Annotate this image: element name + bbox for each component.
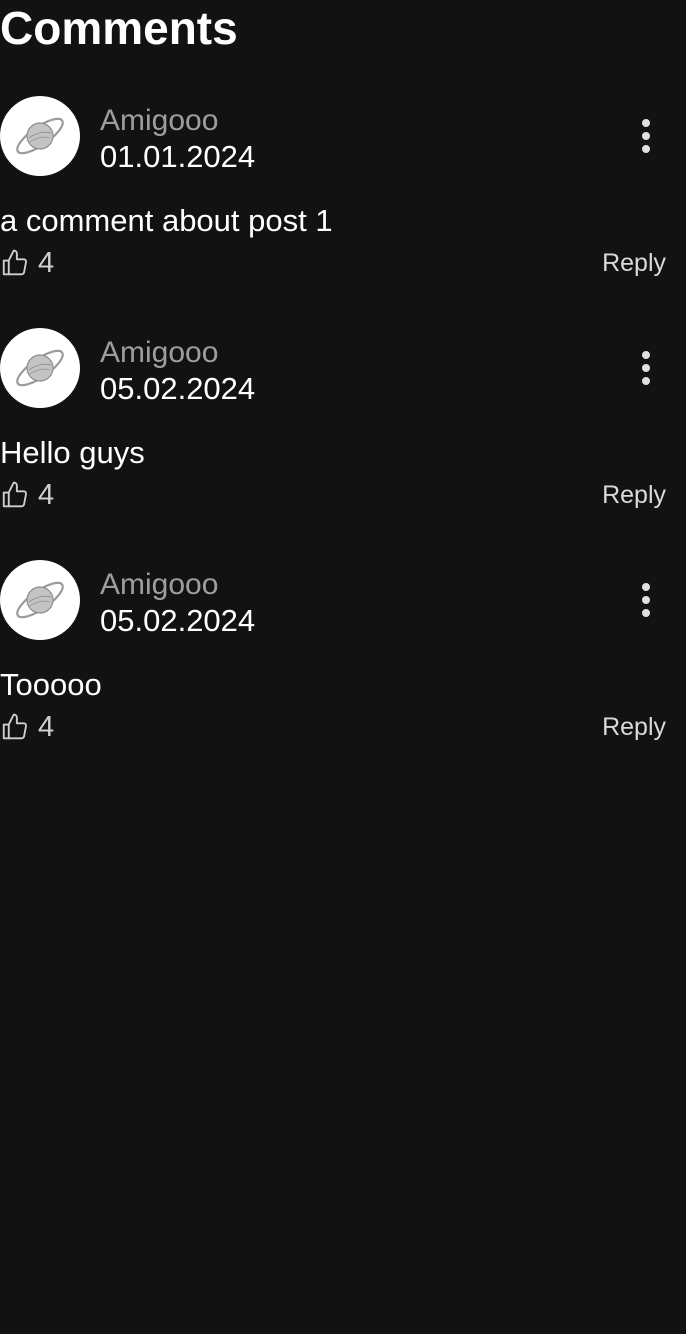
avatar[interactable] bbox=[0, 96, 80, 176]
comments-page: Comments Amigooo 01.01.2024 a comment ab… bbox=[0, 0, 686, 1334]
comment-author: Amigooo bbox=[100, 336, 219, 369]
comment-item: Amigooo 01.01.2024 a comment about post … bbox=[0, 96, 686, 286]
comment-date: 05.02.2024 bbox=[100, 603, 256, 638]
more-options-button[interactable] bbox=[630, 348, 662, 388]
like-count: 4 bbox=[38, 247, 55, 279]
like-button[interactable]: 4 bbox=[0, 710, 54, 744]
more-options-button[interactable] bbox=[630, 580, 662, 620]
reply-button[interactable]: Reply bbox=[602, 248, 666, 278]
comment-text: a comment about post 1 bbox=[0, 203, 333, 238]
reply-button[interactable]: Reply bbox=[602, 480, 666, 510]
comment-date: 05.02.2024 bbox=[100, 371, 256, 406]
comment-text: Tooooo bbox=[0, 667, 102, 702]
comment-item: Amigooo 05.02.2024 Hello guys 4 Reply bbox=[0, 328, 686, 518]
more-options-button[interactable] bbox=[630, 116, 662, 156]
comment-author: Amigooo bbox=[100, 568, 219, 601]
like-count: 4 bbox=[38, 711, 55, 743]
like-button[interactable]: 4 bbox=[0, 246, 54, 280]
comment-date: 01.01.2024 bbox=[100, 139, 256, 174]
planet-icon bbox=[16, 581, 64, 619]
planet-icon bbox=[16, 349, 64, 387]
like-button[interactable]: 4 bbox=[0, 478, 54, 512]
reply-button[interactable]: Reply bbox=[602, 712, 666, 742]
planet-icon bbox=[16, 117, 64, 155]
thumbs-up-icon bbox=[2, 713, 27, 740]
avatar[interactable] bbox=[0, 328, 80, 408]
thumbs-up-icon bbox=[2, 481, 27, 508]
page-title: Comments bbox=[0, 2, 238, 54]
comment-author: Amigooo bbox=[100, 104, 219, 137]
like-count: 4 bbox=[38, 479, 55, 511]
thumbs-up-icon bbox=[2, 249, 27, 276]
comment-item: Amigooo 05.02.2024 Tooooo 4 Reply bbox=[0, 560, 686, 750]
comment-text: Hello guys bbox=[0, 435, 145, 470]
avatar[interactable] bbox=[0, 560, 80, 640]
